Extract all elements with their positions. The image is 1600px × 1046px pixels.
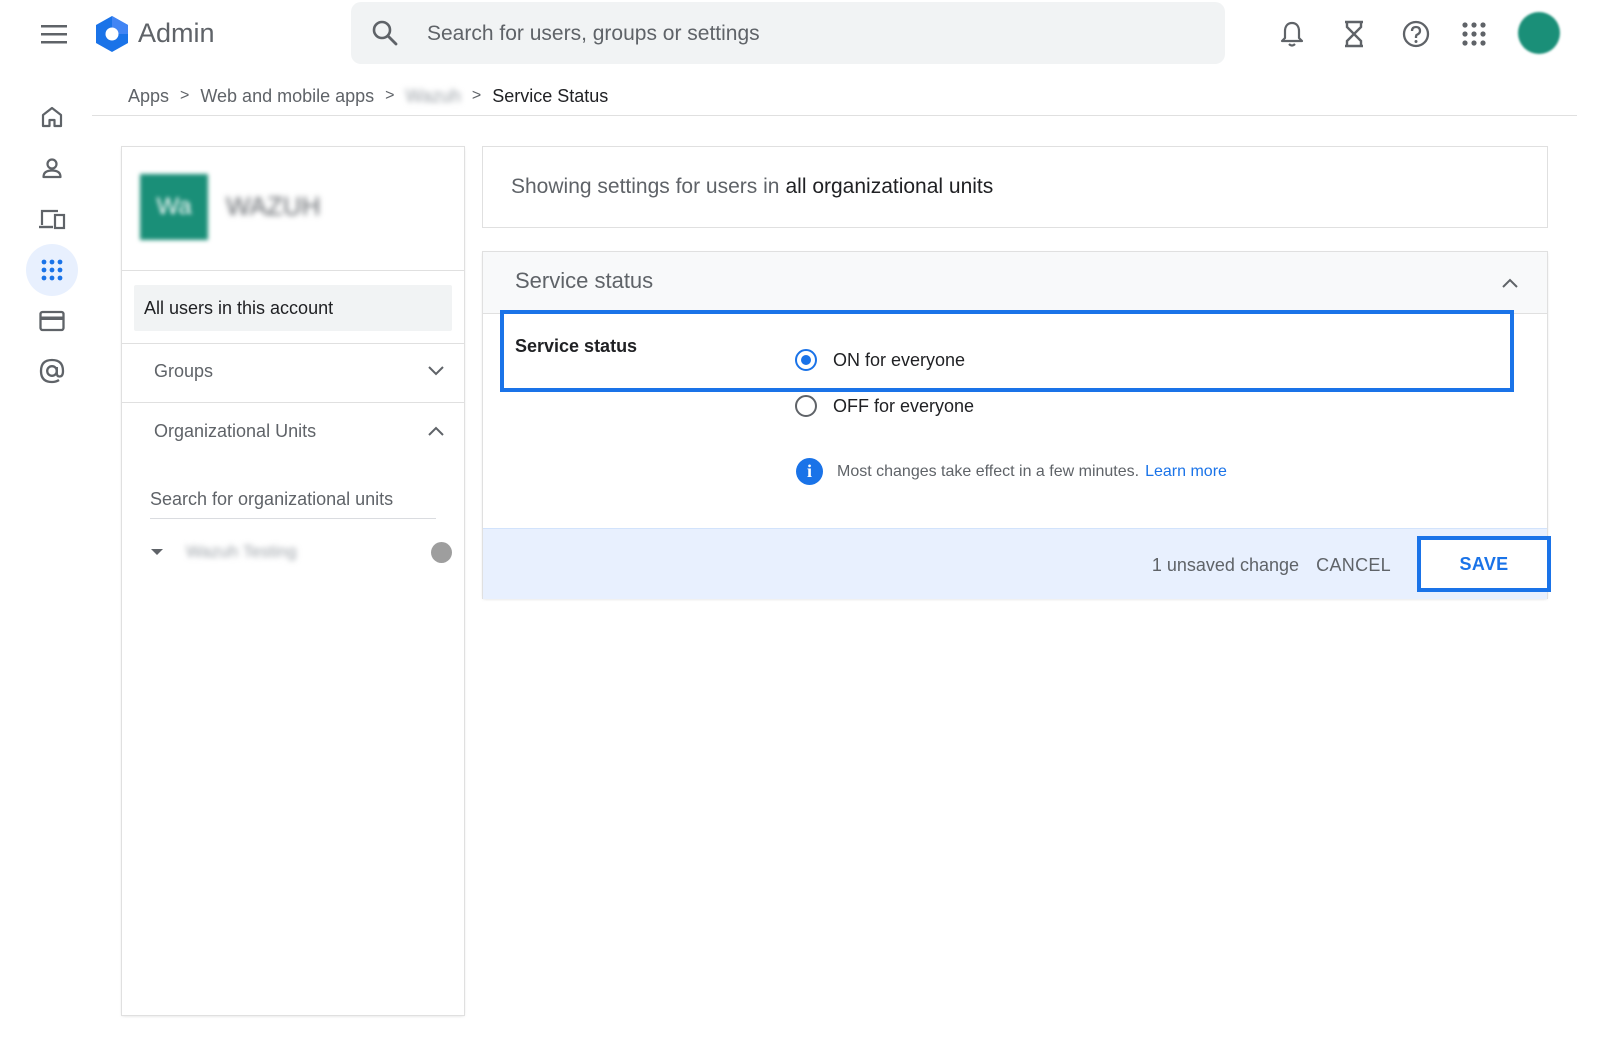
bell-icon — [1280, 21, 1304, 47]
breadcrumb: Apps > Web and mobile apps > Wazuh > Ser… — [128, 82, 608, 110]
header-divider — [92, 115, 1577, 116]
home-icon — [41, 106, 63, 128]
service-status-card: Service status Service status ON for eve… — [483, 252, 1551, 599]
groups-label: Groups — [154, 360, 214, 381]
radio-label: ON for everyone — [833, 349, 966, 370]
radio-label: OFF for everyone — [833, 395, 975, 416]
hourglass-icon — [1345, 20, 1363, 48]
breadcrumb-separator: > — [471, 87, 482, 104]
app-tile: Wa — [140, 174, 208, 240]
search-input[interactable] — [425, 12, 1189, 56]
main-menu-button[interactable] — [34, 14, 74, 54]
breadcrumb-apps[interactable]: Apps — [128, 86, 169, 107]
card-title: Service status — [515, 268, 654, 293]
card-footer: 1 unsaved change CANCEL SAVE — [483, 528, 1551, 599]
search-icon[interactable] — [371, 19, 399, 47]
scope-prefix: Showing settings for users in — [511, 175, 780, 198]
all-users-item[interactable]: All users in this account — [134, 285, 452, 331]
rail-domains[interactable] — [31, 350, 73, 392]
app-title[interactable]: Admin — [138, 16, 215, 50]
divider — [122, 270, 464, 271]
info-icon: i — [796, 458, 823, 485]
chevron-down-icon — [428, 366, 444, 376]
rail-apps[interactable] — [26, 244, 78, 296]
devices-icon — [39, 209, 66, 230]
app-name: WAZUH — [226, 191, 321, 221]
radio-button-selected[interactable] — [795, 349, 817, 371]
help-icon — [1402, 20, 1430, 48]
setting-label: Service status — [515, 336, 638, 356]
search-bar[interactable] — [351, 2, 1225, 64]
radio-button[interactable] — [795, 395, 817, 417]
chevron-up-icon — [1502, 278, 1518, 288]
org-units-section[interactable]: Organizational Units — [154, 415, 444, 447]
note-text: Most changes take effect in a few minute… — [837, 462, 1140, 480]
breadcrumb-web-mobile-apps[interactable]: Web and mobile apps — [200, 86, 374, 107]
menu-icon — [41, 25, 67, 44]
rail-users[interactable] — [31, 147, 73, 189]
org-unit-item[interactable]: Wazuh Testing — [150, 537, 452, 567]
collapse-button[interactable] — [1495, 268, 1525, 298]
org-unit-status-dot — [431, 541, 452, 563]
tasks-button[interactable] — [1334, 14, 1374, 54]
breadcrumb-separator: > — [385, 87, 395, 104]
org-units-label: Organizational Units — [154, 420, 317, 441]
highlight-box — [500, 310, 1514, 392]
cancel-button[interactable]: CANCEL — [1308, 543, 1399, 587]
admin-logo-icon[interactable] — [92, 14, 132, 54]
org-unit-name: Wazuh Testing — [186, 542, 297, 561]
rail-devices[interactable] — [31, 198, 73, 240]
learn-more-link[interactable]: Learn more — [1145, 463, 1227, 481]
org-panel: Wa WAZUH All users in this account Group… — [122, 147, 464, 1015]
avatar[interactable] — [1518, 12, 1560, 54]
breadcrumb-separator: > — [180, 87, 190, 104]
person-icon — [42, 158, 62, 179]
radio-on-everyone[interactable]: ON for everyone — [795, 349, 965, 371]
unsaved-changes-count: 1 unsaved change — [1151, 555, 1299, 575]
radio-off-everyone[interactable]: OFF for everyone — [795, 395, 974, 417]
chevron-up-icon — [428, 426, 444, 436]
breadcrumb-current: Service Status — [492, 85, 609, 106]
at-sign-icon — [39, 358, 65, 384]
card-header[interactable]: Service status — [483, 252, 1547, 314]
apps-grid-icon — [1462, 22, 1486, 46]
caret-down-icon[interactable] — [150, 548, 164, 556]
google-apps-button[interactable] — [1454, 14, 1494, 54]
scope-value: all organizational units — [785, 175, 994, 198]
info-note: i Most changes take effect in a few minu… — [796, 458, 1227, 485]
divider — [122, 402, 464, 403]
apps-icon — [41, 259, 63, 281]
org-unit-search-input[interactable] — [150, 480, 436, 519]
notifications-button[interactable] — [1272, 14, 1312, 54]
breadcrumb-app[interactable]: Wazuh — [406, 86, 461, 107]
billing-icon — [39, 310, 65, 332]
help-button[interactable] — [1396, 14, 1436, 54]
divider — [122, 343, 464, 344]
rail-home[interactable] — [31, 96, 73, 138]
rail-billing[interactable] — [31, 300, 73, 342]
settings-scope-card: Showing settings for users in all organi… — [483, 147, 1547, 227]
groups-section[interactable]: Groups — [154, 355, 444, 387]
save-button[interactable]: SAVE — [1417, 536, 1551, 592]
